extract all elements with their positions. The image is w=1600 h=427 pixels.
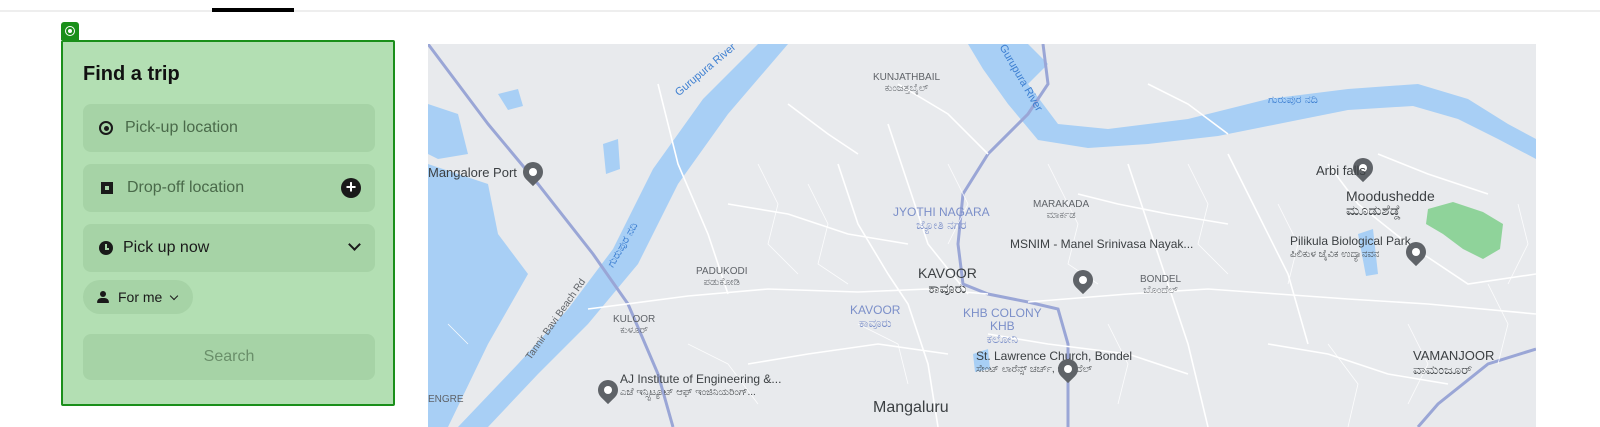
chevron-down-icon bbox=[170, 291, 179, 300]
pickup-location-input[interactable]: Pick-up location bbox=[83, 104, 375, 152]
area-name-local: ವಾಮಂಜೂರ್ bbox=[1413, 362, 1473, 377]
area-name: KULOOR bbox=[613, 314, 656, 325]
town-label: Moodushedde ಮೂಡುಶೆಡ್ಡೆ bbox=[1346, 189, 1435, 217]
add-stop-plus-icon[interactable]: + bbox=[341, 178, 361, 198]
map-view[interactable]: Gurupura River Gurupura River ಗುರುಪುರ ನದ… bbox=[428, 44, 1536, 427]
area-label: MARAKADA ಮಾರ್ಕಡ bbox=[1033, 199, 1089, 221]
place-label: Arbi falls bbox=[1316, 163, 1366, 178]
place-name-local: ಎಜೆ ಇನ್ಸ್ಟಿಟ್ಯೂಟ್ ಆಫ್ ಇಂಜಿನಿಯರಿಂಗ್... bbox=[620, 387, 756, 398]
area-name-local: ಕಾವೂರು bbox=[928, 280, 967, 296]
area-name-local: ಮಾರ್ಕಡ bbox=[1046, 210, 1076, 221]
area-name-local: ಕುಳೂರ್ bbox=[620, 325, 649, 336]
active-tab-indicator bbox=[212, 8, 294, 12]
area-name-local: ಜ್ಯೋತಿ ನಗರ bbox=[916, 218, 967, 232]
place-name: AJ Institute of Engineering &... bbox=[620, 372, 782, 386]
area-label: ENGRE bbox=[428, 394, 464, 405]
panel-title: Find a trip bbox=[83, 63, 180, 85]
area-name-local: ಪಡುಕೋಡಿ bbox=[703, 277, 740, 288]
town-name: Moodushedde bbox=[1346, 188, 1435, 204]
area-label: KAVOOR ಕಾವೂರು bbox=[918, 266, 977, 296]
area-name-local: ಬೊಂದೆಲ್ bbox=[1143, 285, 1178, 296]
area-name: PADUKODI bbox=[696, 266, 748, 277]
area-label: KUNJATHBAIL ಕುಂಜತ್ತಬೈಲ್ bbox=[873, 72, 940, 94]
area-name: KUNJATHBAIL bbox=[873, 72, 941, 83]
place-label: Pilikula Biological Park ಪಿಲಿಕುಳ ಜೈವಿಕ ಉ… bbox=[1290, 234, 1411, 262]
place-name: Pilikula Biological Park bbox=[1290, 234, 1411, 248]
place-label: AJ Institute of Engineering &... ಎಜೆ ಇನ್… bbox=[620, 372, 781, 400]
chevron-down-icon bbox=[348, 238, 361, 251]
town-name-local: ಮೂಡುಶೆಡ್ಡೆ bbox=[1346, 202, 1401, 218]
area-name: MARAKADA bbox=[1033, 199, 1090, 210]
area-name: BONDEL bbox=[1140, 274, 1182, 285]
river-label: ಗುರುಪುರ ನದಿ bbox=[1268, 94, 1318, 106]
clock-icon bbox=[99, 241, 113, 255]
dropoff-placeholder: Drop-off location bbox=[127, 179, 245, 196]
pickup-dot-icon bbox=[99, 121, 113, 135]
area-name-local: ಕಲೋನಿ bbox=[986, 332, 1019, 346]
focus-badge-icon bbox=[61, 22, 79, 40]
place-name-local: ಪಿಲಿಕುಳ ಜೈವಿಕ ಉದ್ಯಾನವನ bbox=[1290, 249, 1380, 260]
area-label: VAMANJOOR ವಾಮಂಜೂರ್ bbox=[1413, 349, 1494, 377]
area-label: KULOOR ಕುಳೂರ್ bbox=[613, 314, 655, 336]
pickup-placeholder: Pick-up location bbox=[125, 119, 238, 136]
place-label: MSNIM - Manel Srinivasa Nayak... bbox=[1010, 237, 1194, 251]
search-button[interactable]: Search bbox=[83, 334, 375, 380]
area-label: KAVOOR ಕಾವೂರು bbox=[850, 304, 900, 330]
rider-value: For me bbox=[118, 289, 163, 305]
pickup-time-value: Pick up now bbox=[123, 239, 210, 256]
area-label: JYOTHI NAGARA ಜ್ಯೋತಿ ನಗರ bbox=[893, 206, 990, 232]
area-label: PADUKODI ಪಡುಕೋಡಿ bbox=[696, 266, 748, 288]
pickup-time-select[interactable]: Pick up now bbox=[83, 224, 375, 272]
find-trip-panel: Find a trip Pick-up location Drop-off lo… bbox=[61, 40, 395, 406]
rider-select-chip[interactable]: For me bbox=[83, 280, 193, 314]
place-label: Mangalore Port bbox=[428, 165, 517, 180]
person-icon bbox=[97, 291, 109, 303]
area-name-local: ಕಾವೂರು bbox=[858, 316, 892, 330]
area-name-local: ಕುಂಜತ್ತಬೈಲ್ bbox=[884, 83, 929, 94]
area-label: KHB COLONY KHB ಕಲೋನಿ bbox=[963, 307, 1042, 346]
city-label: Mangaluru bbox=[873, 399, 949, 416]
area-name: VAMANJOOR bbox=[1413, 348, 1495, 363]
area-name: KAVOOR bbox=[918, 265, 977, 281]
area-label: BONDEL ಬೊಂದೆಲ್ bbox=[1140, 274, 1181, 296]
dropoff-square-icon bbox=[101, 182, 113, 194]
dropoff-location-input[interactable]: Drop-off location + bbox=[83, 164, 375, 212]
